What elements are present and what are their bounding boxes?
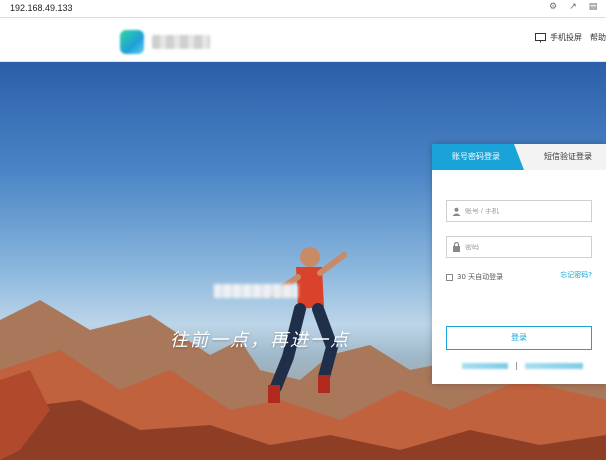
login-tabs: 账号密码登录 短信验证登录 <box>432 144 606 170</box>
login-button[interactable]: 登录 <box>446 326 592 350</box>
forgot-password-link[interactable]: 忘记密码? <box>560 270 592 280</box>
monitor-icon <box>535 32 546 42</box>
logo-mark-icon <box>120 30 144 54</box>
tab-password-login[interactable]: 账号密码登录 <box>432 144 524 170</box>
site-logo[interactable] <box>120 30 210 54</box>
reader-icon[interactable]: ▤ <box>588 2 598 12</box>
cast-label: 手机投屏 <box>550 33 582 42</box>
share-icon[interactable]: ↗ <box>568 2 578 12</box>
remember-me[interactable]: 30 天自动登录 <box>446 272 503 282</box>
login-panel: 账号密码登录 短信验证登录 30 天自动登录 忘记密码? 登录 <box>432 144 606 384</box>
password-field[interactable] <box>446 236 592 258</box>
footer-link-right-blurred[interactable] <box>525 363 583 369</box>
browser-address-bar[interactable]: 192.168.49.133 ⚙ ↗ ▤ <box>0 0 606 18</box>
header-nav: 手机投屏 帮助 <box>535 32 606 43</box>
remember-label: 30 天自动登录 <box>457 273 504 281</box>
site-header: 手机投屏 帮助 <box>0 18 606 62</box>
help-link[interactable]: 帮助 <box>590 32 606 43</box>
remember-checkbox[interactable] <box>446 273 453 281</box>
lock-icon <box>447 237 465 257</box>
logo-text-blurred <box>152 35 210 49</box>
login-footer-links <box>462 362 583 370</box>
username-field[interactable] <box>446 200 592 222</box>
user-icon <box>447 201 465 221</box>
address-bar-icons: ⚙ ↗ ▤ <box>548 2 598 12</box>
url-text[interactable]: 192.168.49.133 <box>10 3 73 13</box>
cast-screen-link[interactable]: 手机投屏 <box>535 32 582 43</box>
security-icon[interactable]: ⚙ <box>548 2 558 12</box>
tab-sms-login[interactable]: 短信验证登录 <box>544 144 592 170</box>
divider <box>516 362 517 370</box>
help-label: 帮助 <box>590 33 606 42</box>
footer-link-left-blurred[interactable] <box>462 363 508 369</box>
password-input[interactable] <box>465 243 585 251</box>
slogan-brand-blurred <box>214 284 298 298</box>
username-input[interactable] <box>465 207 585 215</box>
hero-slogan: 往前一点，再进一点 <box>170 330 350 351</box>
